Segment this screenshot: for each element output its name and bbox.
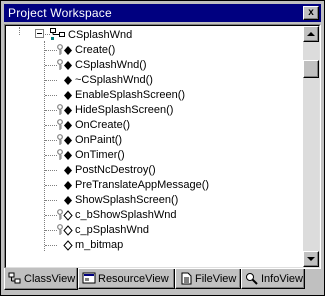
window-title: Project Workspace	[8, 6, 112, 20]
tree-node-member[interactable]: c_bShowSplashWnd	[6, 208, 302, 223]
tree-line	[45, 80, 57, 81]
tree-node-member[interactable]: PostNcDestroy()	[6, 163, 302, 178]
member-label: OnCreate()	[75, 119, 131, 131]
tree-node-member[interactable]: ShowSplashScreen()	[6, 193, 302, 208]
public-method-icon	[64, 181, 72, 190]
class-tree[interactable]: CSplashWnd Create() CSplashWnd() ~CSplashW…	[6, 27, 302, 267]
project-workspace-window: Project Workspace x CSplashWnd Create() …	[0, 0, 325, 296]
scroll-down-button[interactable]	[303, 251, 319, 267]
public-method-icon	[64, 76, 72, 85]
tab-label: FileView	[195, 272, 237, 285]
tree-line	[45, 50, 57, 51]
title-bar[interactable]: Project Workspace x	[4, 4, 321, 22]
infoview-icon	[246, 273, 258, 285]
public-static-method-icon	[57, 59, 72, 70]
member-label: m_bitmap	[75, 239, 124, 251]
scroll-thumb[interactable]	[303, 60, 319, 78]
tree-line	[45, 140, 57, 141]
tree-node-member[interactable]: HideSplashScreen()	[6, 103, 302, 118]
member-label: ShowSplashScreen()	[75, 194, 179, 206]
public-static-method-icon	[57, 149, 72, 160]
tree-node-member[interactable]: Create()	[6, 43, 302, 58]
tree-line	[45, 155, 57, 156]
class-icon	[50, 28, 65, 40]
tree-node-class[interactable]: CSplashWnd	[6, 28, 302, 43]
scroll-up-button[interactable]	[303, 26, 319, 42]
member-label: OnTimer()	[75, 149, 125, 161]
tree-node-member[interactable]: ~CSplashWnd()	[6, 73, 302, 88]
public-method-icon	[64, 166, 72, 175]
tree-line	[45, 185, 57, 186]
tree-line	[45, 110, 57, 111]
member-label: CSplashWnd()	[75, 59, 147, 71]
resourceview-icon	[82, 272, 96, 284]
tree-line	[45, 230, 57, 231]
tab-label: ResourceView	[98, 272, 169, 285]
member-label: OnPaint()	[75, 134, 123, 146]
member-label: EnableSplashScreen()	[75, 89, 186, 101]
protected-member-variable-icon	[57, 209, 73, 221]
close-button[interactable]: x	[303, 6, 319, 20]
vertical-scrollbar[interactable]	[303, 26, 319, 267]
public-method-icon	[64, 91, 72, 100]
tree-line	[45, 245, 57, 246]
public-static-method-icon	[57, 44, 72, 55]
protected-member-variable-icon	[57, 224, 73, 236]
workspace-tabs: ClassView ResourceView FileView InfoView	[4, 268, 321, 291]
arrow-up-icon	[307, 31, 315, 36]
tree-node-member[interactable]: m_bitmap	[6, 238, 302, 253]
tree-node-member[interactable]: CSplashWnd()	[6, 58, 302, 73]
class-label: CSplashWnd	[68, 29, 133, 41]
tab-label: ClassView	[24, 272, 76, 285]
tree-line	[45, 170, 57, 171]
member-variable-icon	[63, 240, 73, 251]
tree-line	[45, 65, 57, 66]
collapse-box-icon[interactable]	[35, 29, 45, 39]
tree-node-member[interactable]: c_pSplashWnd	[6, 223, 302, 238]
public-static-method-icon	[57, 134, 72, 145]
member-label: c_pSplashWnd	[75, 224, 149, 236]
tab-label: InfoView	[261, 272, 303, 285]
public-static-method-icon	[57, 119, 72, 130]
member-label: PreTranslateAppMessage()	[75, 179, 210, 191]
tree-node-member[interactable]: EnableSplashScreen()	[6, 88, 302, 103]
tree-line	[45, 125, 57, 126]
public-method-icon	[64, 196, 72, 205]
class-tree-frame: CSplashWnd Create() CSplashWnd() ~CSplashW…	[4, 24, 321, 269]
public-static-method-icon	[57, 104, 72, 115]
tree-line	[45, 215, 57, 216]
tab-classview[interactable]: ClassView	[4, 268, 78, 290]
tree-node-member[interactable]: PreTranslateAppMessage()	[6, 178, 302, 193]
tab-infoview[interactable]: InfoView	[241, 269, 305, 289]
tree-node-member[interactable]: OnCreate()	[6, 118, 302, 133]
member-label: PostNcDestroy()	[75, 164, 156, 176]
tree-node-member[interactable]: OnTimer()	[6, 148, 302, 163]
tab-fileview[interactable]: FileView	[175, 269, 241, 289]
tree-line	[45, 200, 57, 201]
tree-line	[45, 95, 57, 96]
close-icon: x	[308, 7, 314, 18]
tab-resourceview[interactable]: ResourceView	[78, 269, 175, 289]
fileview-icon	[181, 272, 192, 285]
member-label: Create()	[75, 44, 116, 56]
tree-node-member[interactable]: OnPaint()	[6, 133, 302, 148]
arrow-down-icon	[307, 256, 315, 261]
member-label: c_bShowSplashWnd	[75, 209, 177, 221]
member-label: ~CSplashWnd()	[75, 74, 153, 86]
member-label: HideSplashScreen()	[75, 104, 174, 116]
class-tree-panel: CSplashWnd Create() CSplashWnd() ~CSplashW…	[5, 25, 320, 268]
classview-icon	[8, 272, 21, 284]
